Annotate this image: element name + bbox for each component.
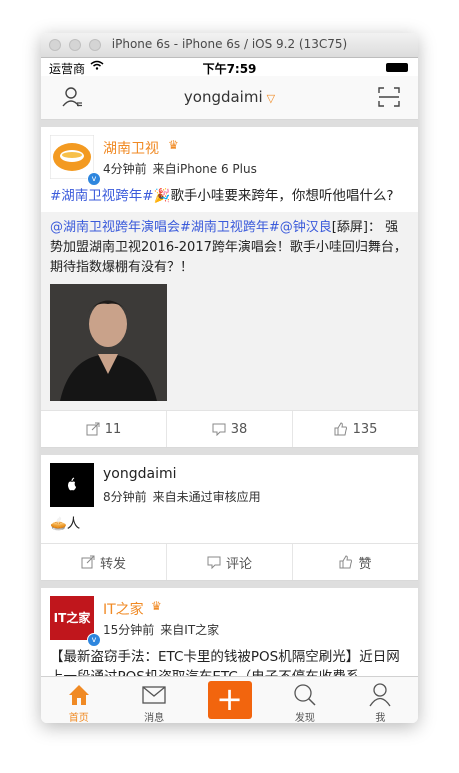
- like-label: 赞: [358, 556, 372, 572]
- comment-icon: [212, 423, 226, 436]
- tab-profile[interactable]: 我: [343, 677, 418, 723]
- post-username[interactable]: yongdaimi: [103, 466, 177, 482]
- battery-icon: [386, 63, 408, 72]
- post-photo[interactable]: [50, 284, 167, 401]
- post-source: 来自IT之家: [160, 623, 220, 637]
- avatar[interactable]: IT之家: [50, 596, 94, 640]
- profile-icon: [369, 683, 391, 707]
- like-button[interactable]: 135: [292, 411, 418, 447]
- repost-icon: [81, 555, 95, 569]
- post-meta: 15分钟前 来自IT之家: [103, 621, 219, 638]
- feed-list[interactable]: v 湖南卫视 ♛ 4分钟前 来自iPhone 6 Plus #湖南卫视跨年#🎉歌手…: [41, 120, 418, 676]
- verified-badge-icon: v: [87, 633, 101, 647]
- tab-home[interactable]: 首页: [41, 677, 116, 723]
- comment-count: 38: [230, 421, 248, 437]
- chevron-down-icon: ▽: [266, 92, 276, 105]
- avatar[interactable]: [49, 134, 95, 180]
- repost-button[interactable]: 11: [41, 411, 166, 447]
- window-titlebar: iPhone 6s - iPhone 6s / iOS 9.2 (13C75): [41, 33, 418, 58]
- avatar[interactable]: [50, 463, 94, 507]
- tab-discover[interactable]: 发现: [267, 677, 342, 723]
- post-time: 4分钟前: [103, 162, 147, 176]
- party-emoji: 🎉: [153, 188, 171, 204]
- post-actions: 11 38 135: [41, 410, 418, 447]
- nav-title-dropdown[interactable]: yongdaimi ▽: [41, 88, 418, 106]
- mention-links[interactable]: @湖南卫视跨年演唱会#湖南卫视跨年#@钟汉良: [50, 220, 332, 235]
- plus-icon: +: [207, 681, 252, 719]
- tab-label: 发现: [294, 713, 315, 723]
- repost-icon: [86, 422, 100, 436]
- verified-badge-icon: v: [87, 172, 101, 186]
- repost-label: 转发: [99, 556, 126, 572]
- post-time: 8分钟前: [103, 490, 147, 504]
- feed-card[interactable]: yongdaimi 8分钟前 来自未通过审核应用 🥧人 转发 评论 赞: [41, 455, 418, 581]
- discover-icon: [294, 684, 316, 706]
- thumbs-up-icon: [334, 422, 347, 436]
- vip-crown-icon: ♛: [168, 138, 179, 152]
- status-time: 下午7:59: [202, 62, 257, 76]
- compose-button[interactable]: +: [192, 677, 267, 723]
- tab-label: 首页: [68, 713, 89, 723]
- post-actions: 转发 评论 赞: [41, 543, 418, 580]
- like-button[interactable]: 赞: [292, 544, 418, 580]
- retweet-block[interactable]: @湖南卫视跨年演唱会#湖南卫视跨年#@钟汉良[舔屏]： 强势加盟湖南卫视2016…: [41, 212, 418, 410]
- tab-messages[interactable]: 消息: [116, 677, 191, 723]
- repost-button[interactable]: 转发: [41, 544, 166, 580]
- comment-icon: [207, 556, 221, 569]
- post-meta: 4分钟前 来自iPhone 6 Plus: [103, 160, 257, 177]
- message-icon: [142, 686, 166, 704]
- post-username[interactable]: 湖南卫视: [103, 138, 159, 158]
- tab-label: 消息: [144, 713, 165, 723]
- window-title: iPhone 6s - iPhone 6s / iOS 9.2 (13C75): [111, 37, 348, 51]
- post-source: 来自iPhone 6 Plus: [152, 162, 257, 176]
- scan-icon[interactable]: [378, 87, 400, 111]
- nav-title: yongdaimi: [183, 88, 263, 106]
- status-bar: 运营商 下午7:59: [41, 58, 418, 76]
- post-text: #湖南卫视跨年#🎉歌手小哇要来跨年，你想听他唱什么?: [41, 183, 418, 212]
- post-meta: 8分钟前 来自未通过审核应用: [103, 488, 261, 505]
- feed-card[interactable]: v 湖南卫视 ♛ 4分钟前 来自iPhone 6 Plus #湖南卫视跨年#🎉歌手…: [41, 127, 418, 448]
- repost-count: 11: [104, 421, 122, 437]
- feed-card[interactable]: IT之家 v IT之家 ♛ 15分钟前 来自IT之家 【最新盗窃手法：ETC卡里的…: [41, 588, 418, 676]
- post-username[interactable]: IT之家: [103, 599, 144, 619]
- comment-button[interactable]: 评论: [166, 544, 292, 580]
- post-time: 15分钟前: [103, 623, 155, 637]
- post-text: 【最新盗窃手法：ETC卡里的钱被POS机隔空刷光】近日网上一段通过POS机盗取汽…: [50, 649, 400, 676]
- comment-label: 评论: [225, 556, 252, 572]
- vip-crown-icon: ♛: [151, 599, 162, 613]
- post-text: 🥧人: [50, 516, 81, 532]
- simulator-window: iPhone 6s - iPhone 6s / iOS 9.2 (13C75) …: [41, 33, 418, 723]
- navigation-bar: yongdaimi ▽: [41, 76, 418, 120]
- topic-link[interactable]: #湖南卫视跨年#: [50, 188, 154, 204]
- home-icon: [68, 685, 89, 705]
- like-count: 135: [352, 421, 378, 437]
- post-source: 来自未通过审核应用: [152, 490, 261, 504]
- thumbs-up-icon: [339, 555, 353, 569]
- tab-label: 我: [375, 713, 386, 723]
- post-text-body: 歌手小哇要来跨年，你想听他唱什么?: [170, 188, 394, 204]
- tab-bar: 首页 消息 + 发现 我: [41, 676, 418, 723]
- comment-button[interactable]: 38: [166, 411, 292, 447]
